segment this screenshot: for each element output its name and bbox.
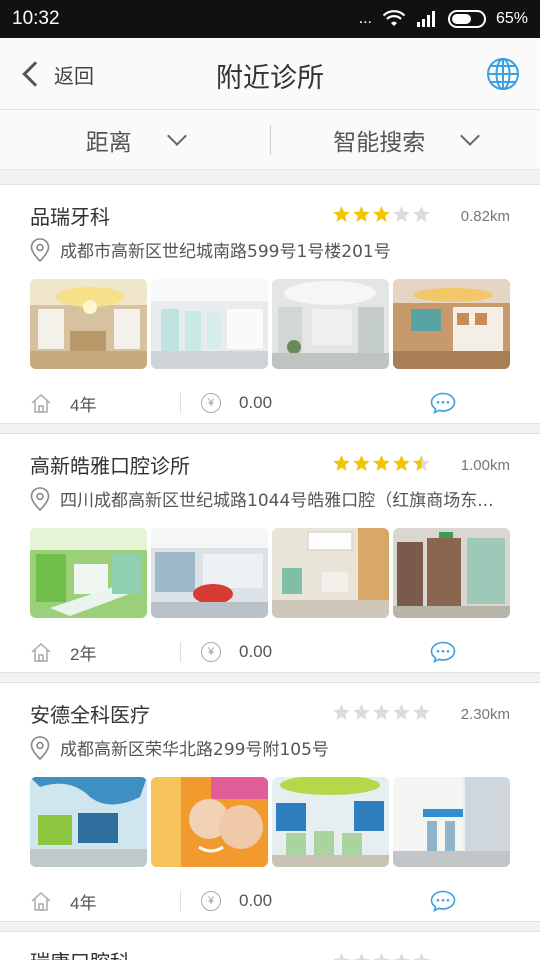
clinic-name: 品瑞牙科 — [30, 205, 110, 229]
star-icon — [333, 704, 350, 720]
star-icon — [353, 206, 370, 222]
rating-stars — [332, 205, 431, 224]
yuan-icon: ¥ — [201, 891, 221, 911]
home-icon — [31, 642, 51, 662]
clinic-photo[interactable] — [393, 279, 510, 369]
clinic-footer: 4年 ¥ 0.00 — [30, 389, 510, 417]
clinic-card[interactable]: 高新皓雅口腔诊所 1.00km 四川成都高新区世纪城路1044号皓雅口腔（红旗商… — [0, 433, 540, 673]
clinic-distance: 2.30km — [460, 706, 510, 723]
star-icon — [373, 953, 390, 960]
clinic-photo[interactable] — [151, 279, 268, 369]
status-time: 10:32 — [12, 8, 60, 29]
clinic-address-text: 四川成都高新区世纪城路1044号皓雅口腔（红旗商场东... — [60, 491, 494, 511]
star-icon — [413, 206, 430, 222]
location-pin-icon — [30, 735, 50, 760]
star-icon — [353, 704, 370, 720]
filter-distance-label: 距离 — [85, 129, 132, 156]
filter-smart-search-label: 智能搜索 — [333, 129, 426, 156]
star-icon — [373, 206, 390, 222]
star-icon — [373, 455, 390, 471]
clinic-list[interactable]: 品瑞牙科 0.82km 成都市高新区世纪城南路599号1号楼201号 4年 ¥ … — [0, 184, 540, 960]
nav-bar: 返回 附近诊所 — [0, 38, 540, 110]
clinic-card[interactable]: 瑞康口腔科 — [0, 931, 540, 960]
chevron-down-icon — [460, 125, 481, 146]
clinic-photo[interactable] — [151, 528, 268, 618]
clinic-card[interactable]: 安德全科医疗 2.30km 成都高新区荣华北路299号附105号 4年 ¥ 0.… — [0, 682, 540, 922]
star-icon — [353, 953, 370, 960]
clinic-footer: 4年 ¥ 0.00 — [30, 887, 510, 915]
clinic-footer: 2年 ¥ 0.00 — [30, 638, 510, 666]
battery-percent: 65% — [495, 10, 528, 27]
star-icon — [373, 704, 390, 720]
clinic-photo[interactable] — [30, 777, 147, 867]
clinic-distance: 0.82km — [460, 208, 510, 225]
battery-icon — [447, 10, 486, 28]
star-icon — [413, 455, 430, 471]
location-pin-icon — [30, 237, 50, 262]
chat-bubble-icon[interactable] — [430, 641, 456, 663]
star-icon — [333, 455, 350, 471]
clinic-address-text: 成都高新区荣华北路299号附105号 — [60, 740, 329, 760]
clinic-photo[interactable] — [151, 777, 268, 867]
clinic-address-text: 成都市高新区世纪城南路599号1号楼201号 — [60, 242, 391, 262]
filter-smart-search[interactable]: 智能搜索 — [271, 110, 540, 169]
clinic-years: 4年 — [70, 395, 97, 415]
filter-distance[interactable]: 距离 — [0, 110, 270, 169]
clinic-photo[interactable] — [30, 528, 147, 618]
star-icon — [333, 953, 350, 960]
chevron-down-icon — [166, 125, 187, 146]
star-icon — [413, 953, 430, 960]
clinic-address: 成都市高新区世纪城南路599号1号楼201号 — [30, 237, 520, 262]
signal-icon — [416, 11, 435, 27]
clinic-card[interactable]: 品瑞牙科 0.82km 成都市高新区世纪城南路599号1号楼201号 4年 ¥ … — [0, 184, 540, 424]
clinic-photo[interactable] — [272, 279, 389, 369]
rating-stars — [332, 952, 431, 960]
star-icon — [353, 455, 370, 471]
filter-bar: 距离 智能搜索 — [0, 110, 540, 170]
status-bar: 10:32 ... 65% — [0, 0, 540, 38]
chat-bubble-icon[interactable] — [430, 890, 456, 912]
star-icon — [393, 206, 410, 222]
clinic-address: 成都高新区荣华北路299号附105号 — [30, 735, 520, 760]
location-pin-icon — [30, 486, 50, 511]
clinic-photo[interactable] — [272, 777, 389, 867]
clinic-address: 四川成都高新区世纪城路1044号皓雅口腔（红旗商场东... — [30, 486, 520, 511]
clinic-name: 高新皓雅口腔诊所 — [30, 454, 190, 478]
clinic-photos — [30, 528, 510, 618]
clinic-photos — [30, 777, 510, 867]
clinic-price: 0.00 — [239, 393, 273, 412]
rating-stars — [332, 454, 431, 473]
star-icon — [393, 704, 410, 720]
home-icon — [31, 393, 51, 413]
clinic-name: 瑞康口腔科 — [30, 946, 130, 960]
clinic-photo[interactable] — [272, 528, 389, 618]
more-notifications-icon: ... — [358, 10, 372, 27]
home-icon — [31, 891, 51, 911]
clinic-price: 0.00 — [239, 642, 273, 661]
globe-icon[interactable] — [486, 57, 520, 91]
clinic-years: 4年 — [70, 893, 97, 913]
rating-stars — [332, 703, 431, 722]
clinic-years: 2年 — [70, 644, 97, 664]
star-icon — [393, 953, 410, 960]
clinic-photo[interactable] — [393, 777, 510, 867]
star-icon — [393, 455, 410, 471]
clinic-distance: 1.00km — [460, 457, 510, 474]
clinic-photos — [30, 279, 510, 369]
yuan-icon: ¥ — [201, 642, 221, 662]
page-title: 附近诊所 — [216, 63, 324, 94]
clinic-price: 0.00 — [239, 891, 273, 910]
clinic-photo[interactable] — [30, 279, 147, 369]
chat-bubble-icon[interactable] — [430, 392, 456, 414]
yuan-icon: ¥ — [201, 393, 221, 413]
clinic-photo[interactable] — [393, 528, 510, 618]
star-icon — [413, 704, 430, 720]
star-icon — [333, 206, 350, 222]
wifi-icon — [382, 10, 406, 26]
clinic-name: 安德全科医疗 — [30, 703, 150, 727]
